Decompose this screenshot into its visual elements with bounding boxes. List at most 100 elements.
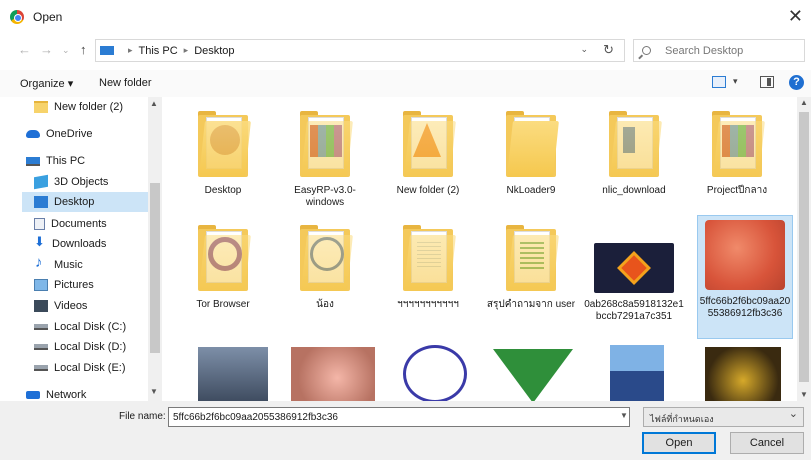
file-item[interactable]: New folder (2) bbox=[378, 111, 478, 197]
download-icon bbox=[34, 234, 46, 250]
sidebar-item-local-disk-e[interactable]: Local Disk (E:) bbox=[34, 358, 162, 378]
file-item[interactable]: ฯฯฯฯฯฯฯฯฯฯฯ bbox=[378, 225, 478, 311]
file-item[interactable]: nlic_download bbox=[584, 111, 684, 197]
close-icon[interactable]: ✕ bbox=[788, 6, 803, 27]
scroll-down-icon[interactable]: ▼ bbox=[800, 390, 808, 399]
sidebar-item-label: Videos bbox=[54, 300, 88, 312]
sidebar-item-pictures[interactable]: Pictures bbox=[34, 275, 162, 295]
view-options-icon[interactable] bbox=[712, 76, 726, 88]
image-thumbnail bbox=[610, 345, 664, 401]
search-input[interactable]: Search Desktop bbox=[633, 39, 805, 62]
file-item[interactable]: สรุปคำถามจาก user bbox=[481, 225, 581, 311]
file-item[interactable] bbox=[283, 347, 383, 401]
file-list: Desktop EasyRP-v3.0-windows New folder (… bbox=[165, 97, 811, 401]
sidebar-item-local-disk-c[interactable]: Local Disk (C:) bbox=[34, 317, 162, 337]
file-item[interactable]: 0ab268c8a5918132e1bccb7291a7c351 bbox=[584, 243, 684, 323]
file-name: 5ffc66b2f6bc09aa2055386912fb3c36 bbox=[699, 296, 791, 319]
sidebar-item-3d-objects[interactable]: 3D Objects bbox=[34, 172, 162, 192]
search-placeholder: Search Desktop bbox=[665, 44, 744, 57]
file-name: 0ab268c8a5918132e1bccb7291a7c351 bbox=[584, 299, 684, 322]
preview-pane-icon[interactable] bbox=[760, 76, 774, 88]
image-thumbnail bbox=[705, 220, 785, 290]
sidebar-item-music[interactable]: Music bbox=[34, 254, 162, 275]
file-item[interactable]: Projectปีกลาง bbox=[687, 111, 787, 197]
chevron-down-icon[interactable]: ▼ bbox=[620, 411, 628, 420]
sidebar-item-documents[interactable]: Documents bbox=[34, 214, 162, 234]
address-bar[interactable]: ▸ This PC ▸ Desktop ⌄ ↻ bbox=[95, 39, 625, 62]
drive-icon bbox=[34, 365, 48, 371]
music-icon bbox=[34, 254, 48, 271]
open-button[interactable]: Open bbox=[642, 432, 716, 454]
sidebar-item-local-disk-d[interactable]: Local Disk (D:) bbox=[34, 337, 162, 357]
image-thumbnail bbox=[493, 349, 573, 401]
sidebar-item-network[interactable]: Network bbox=[26, 385, 154, 401]
file-name: New folder (2) bbox=[396, 185, 460, 196]
folder-icon bbox=[500, 225, 562, 293]
image-thumbnail bbox=[198, 347, 268, 401]
file-type-select[interactable]: ไฟล์ที่กำหนดเอง bbox=[643, 407, 804, 427]
folder-icon bbox=[603, 111, 665, 179]
file-item[interactable]: NkLoader9 bbox=[481, 111, 581, 197]
sidebar-item-label: New folder (2) bbox=[54, 101, 124, 113]
file-item[interactable] bbox=[483, 349, 583, 401]
file-item[interactable] bbox=[587, 345, 687, 401]
breadcrumb-separator-icon[interactable]: ▸ bbox=[128, 45, 133, 56]
file-item[interactable]: 5ffc66b2f6bc09aa2055386912fb3c36 bbox=[697, 215, 793, 339]
up-arrow-icon[interactable]: ↑ bbox=[80, 42, 87, 57]
sidebar-item-label: Pictures bbox=[54, 279, 94, 291]
organize-button[interactable]: Organize ▾ bbox=[20, 77, 73, 90]
file-name-input[interactable] bbox=[168, 407, 630, 427]
sidebar-item-label: Documents bbox=[51, 218, 107, 230]
sidebar-item-videos[interactable]: Videos bbox=[34, 296, 162, 316]
computer-icon bbox=[100, 46, 114, 55]
sidebar-item-label: Local Disk (D:) bbox=[54, 341, 127, 353]
sidebar-item-desktop[interactable]: Desktop bbox=[22, 192, 148, 212]
search-icon bbox=[642, 46, 651, 55]
file-list-scrollbar-thumb[interactable] bbox=[799, 112, 809, 382]
sidebar-item-this-pc[interactable]: This PC bbox=[26, 151, 154, 171]
sidebar-item-label: Desktop bbox=[54, 196, 95, 208]
sidebar-item-onedrive[interactable]: OneDrive bbox=[26, 124, 154, 144]
file-name: สรุปคำถามจาก user bbox=[486, 299, 576, 310]
file-name: nlic_download bbox=[602, 185, 666, 196]
back-arrow-icon[interactable]: ← bbox=[18, 42, 31, 57]
scroll-down-icon[interactable]: ▼ bbox=[150, 387, 158, 396]
chevron-down-icon[interactable]: ▾ bbox=[733, 76, 738, 87]
forward-arrow-icon[interactable]: → bbox=[40, 42, 53, 57]
cancel-button[interactable]: Cancel bbox=[730, 432, 804, 454]
file-item[interactable] bbox=[183, 347, 283, 401]
desktop-icon bbox=[34, 196, 48, 208]
new-folder-button[interactable]: New folder bbox=[99, 77, 152, 89]
navigation-pane: New folder (2) OneDrive This PC 3D Objec… bbox=[0, 97, 163, 401]
image-thumbnail bbox=[403, 345, 467, 401]
address-row: ← → ⌄ ↑ ▸ This PC ▸ Desktop ⌄ ↻ Search D… bbox=[0, 38, 811, 64]
file-name: Tor Browser bbox=[196, 299, 250, 310]
breadcrumb-this-pc[interactable]: This PC bbox=[139, 45, 178, 57]
drive-icon bbox=[34, 324, 48, 330]
file-name: น้อง bbox=[316, 299, 334, 310]
file-item[interactable] bbox=[693, 347, 793, 401]
sidebar-item-label: Local Disk (E:) bbox=[54, 362, 126, 374]
sidebar-scrollbar-thumb[interactable] bbox=[150, 183, 160, 353]
recent-dropdown-icon[interactable]: ⌄ bbox=[62, 45, 70, 56]
scroll-up-icon[interactable]: ▲ bbox=[800, 98, 808, 107]
image-thumbnail bbox=[594, 243, 674, 293]
window-title: Open bbox=[33, 10, 63, 24]
file-item[interactable] bbox=[385, 345, 485, 401]
file-item[interactable]: น้อง bbox=[275, 225, 375, 311]
help-icon[interactable]: ? bbox=[789, 75, 804, 90]
sidebar-item-new-folder-2[interactable]: New folder (2) bbox=[34, 97, 162, 117]
refresh-icon[interactable]: ↻ bbox=[603, 42, 614, 58]
breadcrumb-desktop[interactable]: Desktop bbox=[194, 45, 234, 57]
file-item[interactable]: EasyRP-v3.0-windows bbox=[275, 111, 375, 209]
file-item[interactable]: Tor Browser bbox=[173, 225, 273, 311]
file-item[interactable]: Desktop bbox=[173, 111, 273, 197]
sidebar-item-downloads[interactable]: Downloads bbox=[34, 234, 162, 254]
folder-icon bbox=[192, 111, 254, 179]
breadcrumb-separator-icon[interactable]: ▸ bbox=[184, 45, 189, 56]
command-bar: Organize ▾ New folder ▾ ? bbox=[0, 70, 811, 97]
computer-icon bbox=[26, 156, 40, 166]
chevron-down-icon[interactable]: ⌄ bbox=[580, 44, 588, 55]
folder-icon bbox=[500, 111, 562, 179]
scroll-up-icon[interactable]: ▲ bbox=[150, 99, 158, 108]
